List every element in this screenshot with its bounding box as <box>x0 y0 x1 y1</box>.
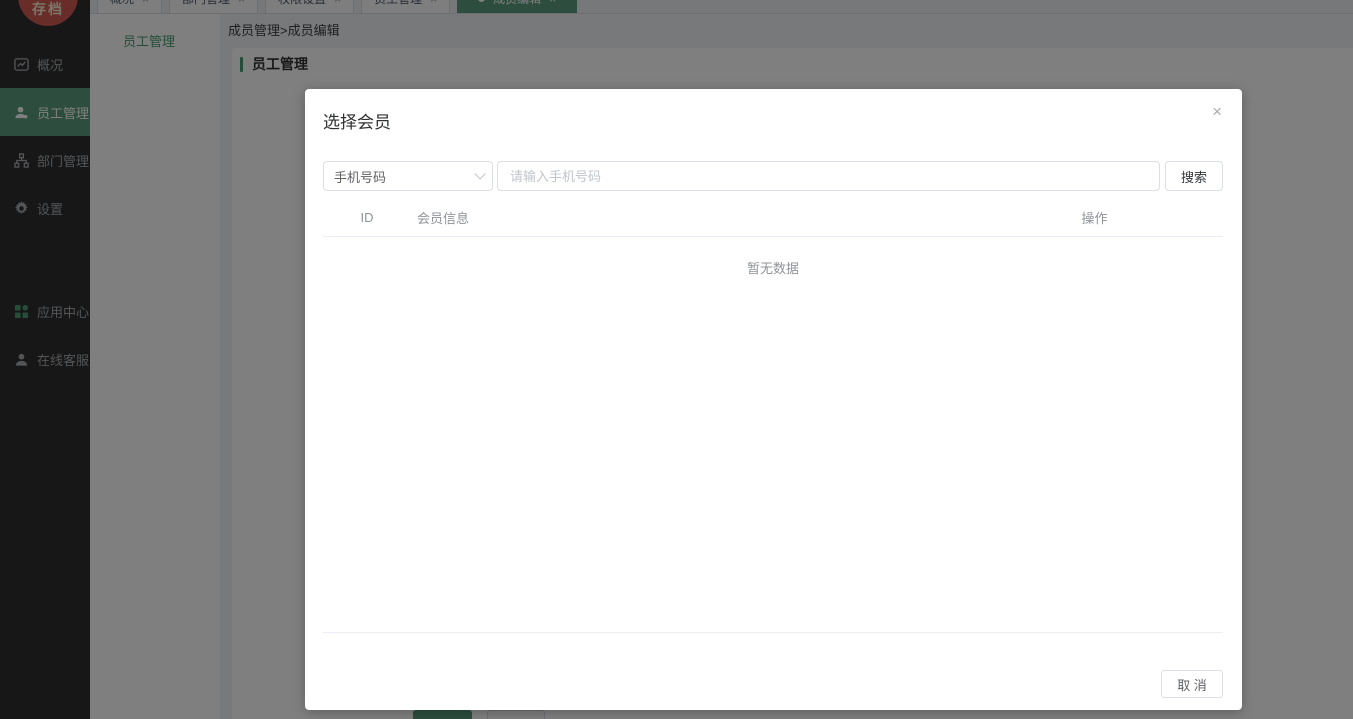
search-button[interactable]: 搜索 <box>1165 161 1223 191</box>
dialog-body: 手机号码 搜索 ID 会员信息 操作 暂无数据 取 消 <box>323 161 1223 698</box>
close-icon[interactable]: × <box>1212 103 1222 120</box>
dialog-title: 选择会员 <box>323 113 391 132</box>
column-header-member-info: 会员信息 <box>417 210 470 226</box>
app-root: 概况 × 部门管理 × 权限设置 × 员工管理 × 成员编辑 × 存档 <box>0 0 1353 719</box>
table-empty-state: 暂无数据 <box>323 237 1223 633</box>
select-member-dialog: 选择会员 × 手机号码 搜索 ID 会员信息 操作 暂无数据 取 消 <box>305 89 1242 710</box>
search-row: 手机号码 搜索 <box>323 161 1223 191</box>
column-header-id: ID <box>360 209 374 225</box>
table-header-row: ID 会员信息 操作 <box>323 198 1223 237</box>
phone-search-input[interactable] <box>497 161 1160 191</box>
filter-type-value: 手机号码 <box>334 169 387 185</box>
cancel-button[interactable]: 取 消 <box>1161 670 1223 698</box>
dialog-footer: 取 消 <box>323 633 1223 698</box>
filter-type-select[interactable]: 手机号码 <box>323 161 493 191</box>
chevron-down-icon <box>474 168 486 180</box>
column-header-actions: 操作 <box>1081 210 1108 226</box>
